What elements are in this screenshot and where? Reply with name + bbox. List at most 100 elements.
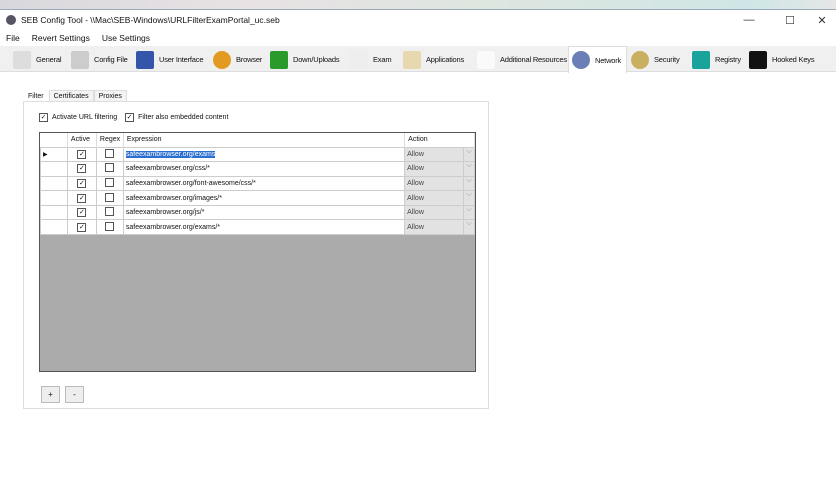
action-dropdown[interactable]: Allow ⌵ (404, 175, 475, 192)
tab-network[interactable]: Network (568, 46, 627, 73)
table-row[interactable]: ✓ safeexambrowser.org/exams/* Allow ⌵ (40, 219, 475, 236)
maximize-button[interactable]: ☐ (776, 10, 804, 30)
active-checkbox-cell[interactable]: ✓ (66, 161, 97, 177)
table-row[interactable]: ✓ safeexambrowser.org/js/* Allow ⌵ (40, 204, 475, 221)
chevron-down-icon[interactable]: ⌵ (463, 191, 474, 205)
header-expression[interactable]: Expression (123, 133, 406, 147)
network-icon (572, 51, 590, 69)
row-selector[interactable] (40, 190, 68, 206)
action-dropdown[interactable]: Allow ⌵ (404, 190, 475, 206)
header-action[interactable]: Action (404, 133, 475, 147)
active-checkbox[interactable]: ✓ (77, 208, 87, 218)
active-checkbox-cell[interactable]: ✓ (66, 175, 97, 192)
row-selector[interactable] (40, 161, 68, 177)
table-row[interactable]: ✓ safeexambrowser.org/font-awesome/css/*… (40, 175, 475, 192)
regex-checkbox[interactable] (105, 207, 115, 217)
tab-additional-resources[interactable]: Additional Resources (474, 47, 567, 72)
app-icon (6, 15, 16, 25)
tab-browser[interactable]: Browser (210, 47, 265, 72)
table-row[interactable]: ✓ safeexambrowser.org/images/* Allow ⌵ (40, 190, 475, 206)
chevron-down-icon[interactable]: ⌵ (463, 205, 474, 220)
expression-cell[interactable]: safeexambrowser.org/exams (122, 146, 406, 163)
tab-label: Applications (426, 55, 465, 64)
tab-label: Registry (715, 55, 741, 64)
active-checkbox-cell[interactable]: ✓ (66, 146, 97, 163)
tab-user-interface[interactable]: User Interface (133, 47, 208, 72)
menu-bar: File Revert Settings Use Settings (0, 31, 162, 45)
action-dropdown[interactable]: Allow ⌵ (404, 161, 475, 177)
active-checkbox[interactable]: ✓ (77, 222, 87, 232)
active-checkbox[interactable]: ✓ (77, 164, 87, 174)
active-checkbox[interactable]: ✓ (77, 178, 87, 188)
header-active[interactable]: Active (67, 133, 97, 147)
chevron-down-icon[interactable]: ⌵ (463, 162, 474, 176)
regex-checkbox[interactable] (105, 163, 115, 173)
activate-url-filtering-label: Activate URL filtering (52, 114, 118, 121)
regex-checkbox-cell[interactable] (95, 219, 124, 236)
filter-embedded-checkbox[interactable]: ✓ (125, 113, 135, 122)
table-row[interactable]: ✓ safeexambrowser.org/css/* Allow ⌵ (40, 161, 475, 177)
expression-cell[interactable]: safeexambrowser.org/js/* (122, 204, 406, 221)
remove-rule-button[interactable]: - (65, 386, 84, 403)
tab-registry[interactable]: Registry (689, 47, 744, 72)
row-header-column (40, 133, 68, 147)
active-checkbox-cell[interactable]: ✓ (66, 204, 97, 221)
regex-checkbox-cell[interactable] (95, 204, 124, 221)
row-selector[interactable] (40, 219, 68, 236)
chevron-down-icon[interactable]: ⌵ (463, 176, 474, 191)
browser-icon (213, 50, 231, 69)
regex-checkbox-cell[interactable] (95, 146, 124, 163)
regex-checkbox-cell[interactable] (95, 175, 124, 192)
settings-tabs: General Config File User Interface Browser D… (0, 46, 836, 73)
action-dropdown[interactable]: Allow ⌵ (404, 204, 475, 221)
active-checkbox-cell[interactable]: ✓ (66, 190, 97, 206)
tab-hooked-keys[interactable]: Hooked Keys (746, 47, 820, 72)
table-row[interactable]: ▶ ✓ safeexambrowser.org/exams Allow ⌵ (40, 146, 475, 163)
regex-checkbox[interactable] (105, 221, 115, 231)
row-selector[interactable] (40, 204, 68, 221)
tab-config-file[interactable]: Config File (68, 47, 130, 72)
row-selector[interactable] (40, 175, 68, 192)
header-regex[interactable]: Regex (96, 133, 124, 147)
expression-cell[interactable]: safeexambrowser.org/font-awesome/css/* (122, 175, 406, 192)
active-checkbox-cell[interactable]: ✓ (66, 219, 97, 236)
expression-cell[interactable]: safeexambrowser.org/exams/* (122, 219, 406, 236)
expression-text: safeexambrowser.org/exams/* (125, 223, 221, 231)
active-checkbox[interactable]: ✓ (77, 149, 87, 159)
expression-cell[interactable]: safeexambrowser.org/images/* (122, 190, 406, 206)
menu-file[interactable]: File (6, 33, 20, 43)
action-value: Allow (407, 194, 424, 202)
tab-security[interactable]: Security (628, 47, 688, 72)
regex-checkbox-cell[interactable] (95, 161, 124, 177)
regex-checkbox[interactable] (105, 177, 115, 187)
tab-general[interactable]: General (10, 47, 66, 72)
action-dropdown[interactable]: Allow ⌵ (404, 219, 475, 236)
chevron-down-icon[interactable]: ⌵ (463, 147, 474, 162)
action-value: Allow (407, 179, 424, 187)
menu-use-settings[interactable]: Use Settings (102, 33, 150, 43)
minimize-button[interactable]: — (735, 10, 763, 30)
window-title: SEB Config Tool - \\Mac\SEB-Windows\URLF… (21, 15, 280, 25)
activate-url-filtering-checkbox[interactable]: ✓ (39, 113, 48, 122)
chevron-down-icon[interactable]: ⌵ (463, 220, 474, 235)
regex-checkbox-cell[interactable] (95, 190, 124, 206)
row-selector[interactable]: ▶ (40, 146, 68, 163)
active-checkbox[interactable]: ✓ (77, 193, 87, 203)
action-value: Allow (407, 165, 424, 173)
tab-down-uploads[interactable]: Down/Uploads (267, 47, 345, 72)
tab-label: Exam (373, 55, 392, 64)
general-icon (13, 50, 31, 69)
tab-label: Additional Resources (500, 55, 567, 64)
regex-checkbox[interactable] (105, 148, 115, 158)
tab-applications[interactable]: Applications (400, 47, 472, 72)
tab-label: Network (595, 55, 622, 65)
menu-revert-settings[interactable]: Revert Settings (32, 33, 90, 43)
expression-cell[interactable]: safeexambrowser.org/css/* (122, 161, 406, 177)
add-rule-button[interactable]: + (41, 386, 60, 403)
action-dropdown[interactable]: Allow ⌵ (404, 146, 475, 163)
tab-exam[interactable]: Exam (347, 47, 398, 72)
down-uploads-icon (270, 50, 288, 69)
user-interface-icon (136, 50, 154, 69)
regex-checkbox[interactable] (105, 192, 115, 202)
close-button[interactable]: ✕ (808, 10, 836, 30)
